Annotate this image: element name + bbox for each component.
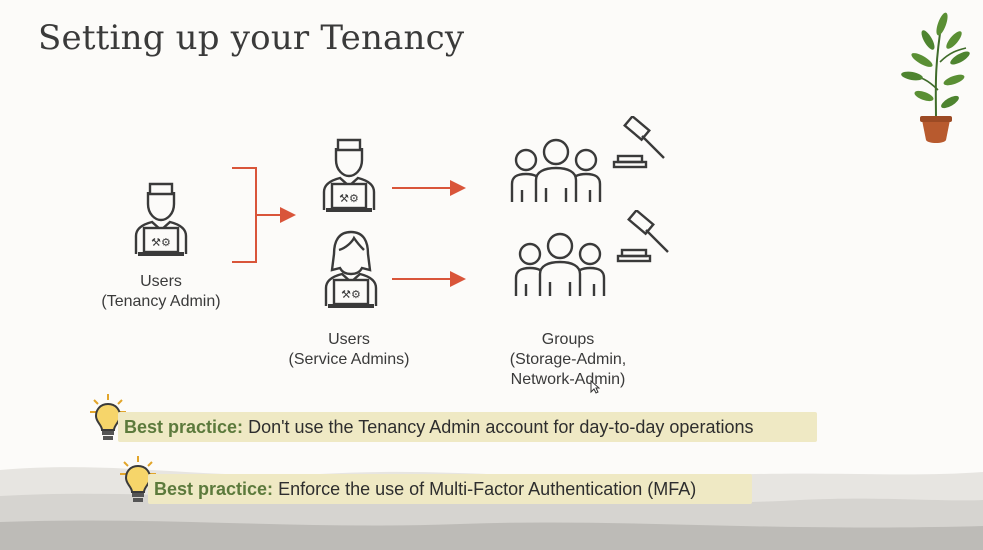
tenancy-admin-label: Users (Tenancy Admin) xyxy=(90,272,232,312)
mouse-cursor-icon xyxy=(590,380,600,394)
svg-text:⚒⚙: ⚒⚙ xyxy=(341,288,361,301)
gavel-icon xyxy=(612,116,665,169)
group-icon xyxy=(510,138,602,202)
group-icon xyxy=(514,232,606,296)
bracket-connector xyxy=(232,167,257,263)
best-practice-banner: Best practice: Don't use the Tenancy Adm… xyxy=(118,412,817,442)
svg-text:⚒⚙: ⚒⚙ xyxy=(339,192,359,205)
best-practice-text: Don't use the Tenancy Admin account for … xyxy=(243,417,754,437)
service-admins-label-line2: (Service Admins) xyxy=(288,351,410,368)
gavel-icon xyxy=(616,210,669,263)
groups-label-line2: (Storage-Admin, xyxy=(509,351,627,368)
groups-label-line1: Groups xyxy=(541,331,595,348)
best-practice-banner: Best practice: Enforce the use of Multi-… xyxy=(148,474,752,504)
slide-title: Setting up your Tenancy xyxy=(38,18,465,58)
plant-icon xyxy=(901,12,970,143)
best-practice-prefix: Best practice: xyxy=(124,417,244,437)
groups-label-line3: Network-Admin) xyxy=(510,371,626,388)
slide: Setting up your Tenancy ⚒⚙ Users (Tenanc… xyxy=(0,0,983,550)
service-admins-label-line1: Users xyxy=(328,331,370,348)
best-practice-text: Enforce the use of Multi-Factor Authenti… xyxy=(273,479,697,499)
groups-label: Groups (Storage-Admin, Network-Admin) xyxy=(496,330,640,390)
svg-text:⚒⚙: ⚒⚙ xyxy=(151,236,171,249)
admin-user-icon: ⚒⚙ xyxy=(134,182,188,256)
male-service-admin-icon: ⚒⚙ xyxy=(322,138,376,212)
service-admins-label: Users (Service Admins) xyxy=(276,330,422,370)
female-service-admin-icon: ⚒⚙ xyxy=(324,230,378,308)
best-practice-prefix: Best practice: xyxy=(154,479,274,499)
tenancy-admin-label-line1: Users xyxy=(140,273,182,290)
tenancy-admin-label-line2: (Tenancy Admin) xyxy=(101,293,221,310)
